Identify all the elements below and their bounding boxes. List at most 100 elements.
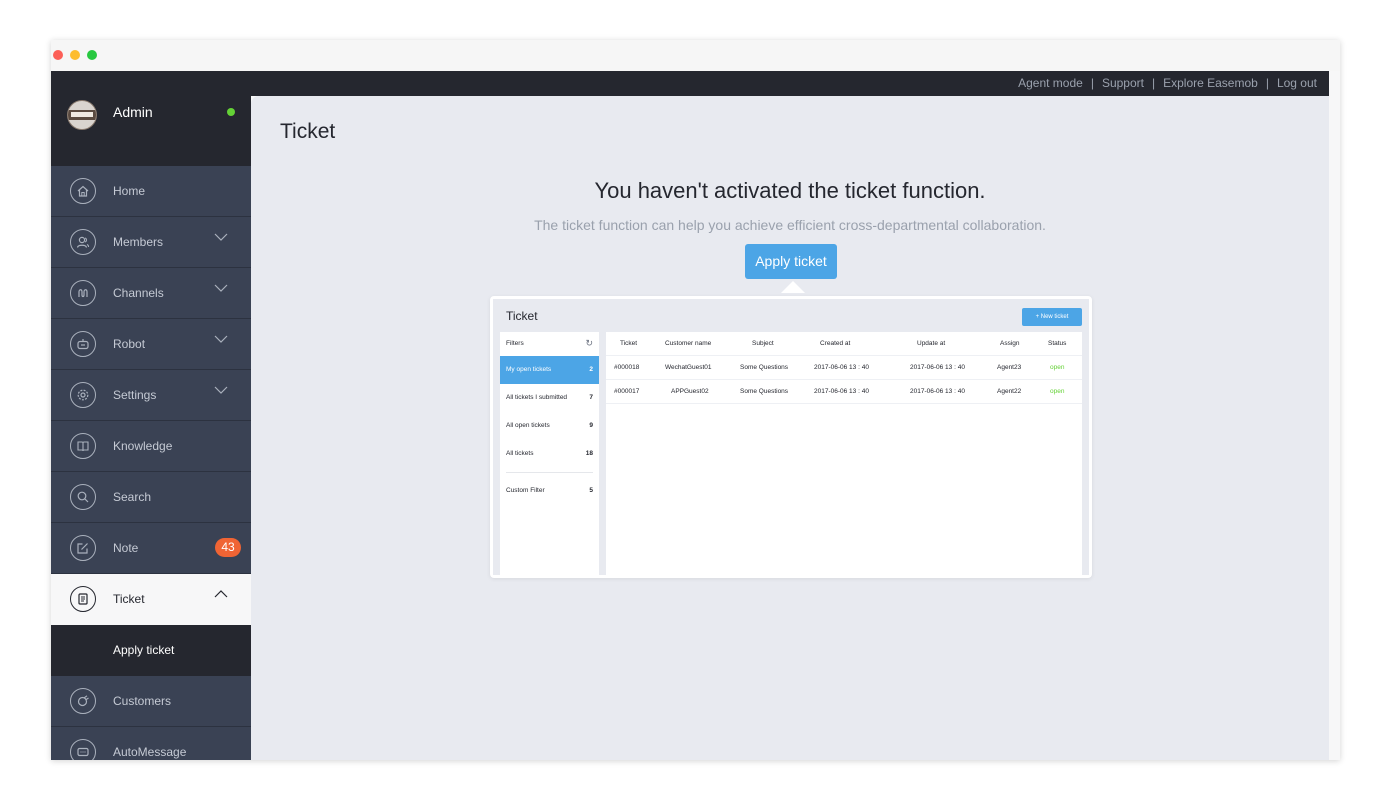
sidebar-nav: Home Members Channels Robot Settings Kno… xyxy=(51,166,251,760)
sidebar-item-label: AutoMessage xyxy=(113,745,187,759)
gear-icon xyxy=(70,382,96,408)
page-title: Ticket xyxy=(280,120,336,143)
minimize-window-button[interactable] xyxy=(70,50,80,60)
sidebar-item-label: Settings xyxy=(113,388,157,402)
preview-new-ticket-button: + New ticket xyxy=(1022,308,1082,326)
sidebar-item-customers[interactable]: Customers xyxy=(51,676,251,727)
column-header: Assign xyxy=(1000,340,1020,347)
filter-count: 18 xyxy=(585,450,593,457)
preview-filter-item: All tickets I submitted 7 xyxy=(500,384,599,412)
sidebar-item-automessage[interactable]: AutoMessage xyxy=(51,727,251,760)
preview-filters-header: Filters ↻ xyxy=(500,332,599,356)
sidebar-item-label: Knowledge xyxy=(113,439,173,453)
table-row: #000018 WechatGuest01 Some Questions 201… xyxy=(606,356,1082,380)
preview-table: Ticket Customer name Subject Created at … xyxy=(606,332,1082,575)
filter-label: My open tickets xyxy=(506,366,552,373)
app-window: Agent mode | Support | Explore Easemob |… xyxy=(51,40,1340,760)
sidebar-item-search[interactable]: Search xyxy=(51,472,251,523)
sidebar-item-ticket[interactable]: Ticket xyxy=(51,574,251,625)
top-links: Agent mode | Support | Explore Easemob |… xyxy=(1018,76,1317,90)
sidebar-item-label: Note xyxy=(113,541,139,555)
empty-state-subtitle: The ticket function can help you achieve… xyxy=(534,217,1046,233)
sidebar-item-settings[interactable]: Settings xyxy=(51,370,251,421)
sidebar-item-label: Channels xyxy=(113,286,164,300)
sidebar-item-label: Search xyxy=(113,490,152,504)
refresh-icon: ↻ xyxy=(585,338,593,348)
zoom-window-button[interactable] xyxy=(87,50,97,60)
sidebar-item-label: Customers xyxy=(113,694,172,708)
customer-name: APPGuest02 xyxy=(671,388,709,395)
explore-easemob-link[interactable]: Explore Easemob xyxy=(1163,76,1258,90)
column-header: Created at xyxy=(820,340,851,347)
close-window-button[interactable] xyxy=(53,50,63,60)
sidebar-item-channels[interactable]: Channels xyxy=(51,268,251,319)
assignee: Agent22 xyxy=(997,388,1022,395)
separator: | xyxy=(1090,76,1094,90)
filters-label: Filters xyxy=(506,340,524,347)
ticket-icon xyxy=(70,586,96,612)
customers-icon xyxy=(70,688,96,714)
filter-label: All tickets I submitted xyxy=(506,394,568,401)
preview-title: Ticket xyxy=(506,309,538,323)
column-header: Update at xyxy=(917,340,946,347)
preview-filter-item: My open tickets 2 xyxy=(500,356,599,384)
filter-count: 5 xyxy=(589,487,593,494)
sidebar-item-note[interactable]: Note 43 xyxy=(51,523,251,574)
log-out-link[interactable]: Log out xyxy=(1277,76,1317,90)
filter-count: 2 xyxy=(589,366,593,373)
empty-state-title: You haven't activated the ticket functio… xyxy=(594,178,986,203)
table-row: #000017 APPGuest02 Some Questions 2017-0… xyxy=(606,380,1082,404)
filter-label: All tickets xyxy=(506,450,534,457)
sidebar-item-knowledge[interactable]: Knowledge xyxy=(51,421,251,472)
subject: Some Questions xyxy=(740,388,789,395)
members-icon xyxy=(70,229,96,255)
admin-name: Admin xyxy=(113,104,153,120)
agent-mode-link[interactable]: Agent mode xyxy=(1018,76,1083,90)
sidebar-item-label: Ticket xyxy=(113,592,145,606)
filter-count: 9 xyxy=(589,422,593,429)
chevron-down-icon xyxy=(214,231,228,245)
preview-pointer xyxy=(781,281,805,293)
preview-filter-item: All open tickets 9 xyxy=(500,412,599,440)
sidebar: Admin Home Members Channels Robot Settin… xyxy=(51,71,251,760)
sidebar-subitem-apply-ticket[interactable]: Apply ticket xyxy=(51,625,251,676)
updated-at: 2017-06-06 13 : 40 xyxy=(910,364,965,371)
sidebar-item-label: Home xyxy=(113,184,146,198)
book-icon xyxy=(70,433,96,459)
ticket-id: #000018 xyxy=(614,364,640,371)
channels-icon xyxy=(70,280,96,306)
preview-table-header: Ticket Customer name Subject Created at … xyxy=(606,332,1082,356)
preview-filters: Filters ↻ My open tickets 2 All tickets … xyxy=(500,332,599,575)
column-header: Customer name xyxy=(665,340,712,347)
sidebar-item-members[interactable]: Members xyxy=(51,217,251,268)
chevron-up-icon xyxy=(214,588,228,602)
separator: | xyxy=(1151,76,1156,90)
column-header: Ticket xyxy=(620,340,638,347)
apply-ticket-button[interactable]: Apply ticket xyxy=(745,244,837,279)
avatar[interactable] xyxy=(67,100,97,130)
filter-count: 7 xyxy=(589,394,593,401)
created-at: 2017-06-06 13 : 40 xyxy=(814,364,869,371)
preview-filter-item: All tickets 18 xyxy=(500,440,599,468)
chevron-down-icon xyxy=(214,282,228,296)
ticket-id: #000017 xyxy=(614,388,640,395)
chevron-down-icon xyxy=(214,333,228,347)
sidebar-item-home[interactable]: Home xyxy=(51,166,251,217)
home-icon xyxy=(70,178,96,204)
divider xyxy=(506,472,593,473)
filter-label: Custom Filter xyxy=(506,487,545,494)
support-link[interactable]: Support xyxy=(1102,76,1144,90)
status: open xyxy=(1050,364,1065,371)
assignee: Agent23 xyxy=(997,364,1022,371)
note-icon xyxy=(70,535,96,561)
separator: | xyxy=(1265,76,1269,90)
main-content: Ticket You haven't activated the ticket … xyxy=(251,96,1329,760)
message-icon xyxy=(70,739,96,760)
robot-icon xyxy=(70,331,96,357)
search-icon xyxy=(70,484,96,510)
ticket-preview-image: Ticket + New ticket Filters ↻ My open ti… xyxy=(490,296,1092,578)
customer-name: WechatGuest01 xyxy=(665,364,712,371)
note-count-badge: 43 xyxy=(215,538,241,557)
profile: Admin xyxy=(51,71,251,166)
sidebar-item-robot[interactable]: Robot xyxy=(51,319,251,370)
